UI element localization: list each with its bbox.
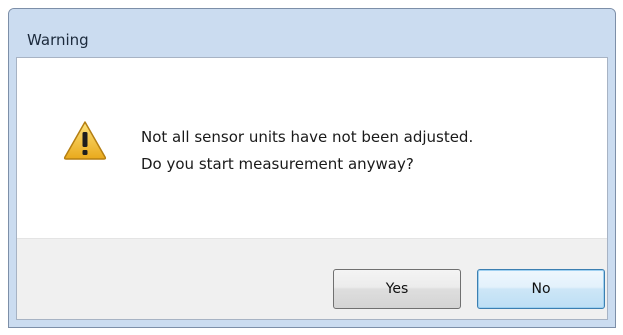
message-text: Not all sensor units have not been adjus… (141, 124, 473, 178)
no-button[interactable]: No (477, 269, 605, 309)
dialog-content: Not all sensor units have not been adjus… (16, 57, 608, 320)
title-bar[interactable]: Warning (9, 9, 615, 57)
warning-dialog: Warning Not all sensor units have not be… (8, 8, 616, 328)
button-bar: Yes No (17, 238, 607, 319)
warning-icon (63, 121, 107, 160)
message-line-1: Not all sensor units have not been adjus… (141, 128, 474, 146)
message-area: Not all sensor units have not been adjus… (17, 58, 607, 238)
message-line-2: Do you start measurement anyway? (141, 155, 414, 173)
dialog-title: Warning (27, 31, 89, 49)
yes-button[interactable]: Yes (333, 269, 461, 309)
